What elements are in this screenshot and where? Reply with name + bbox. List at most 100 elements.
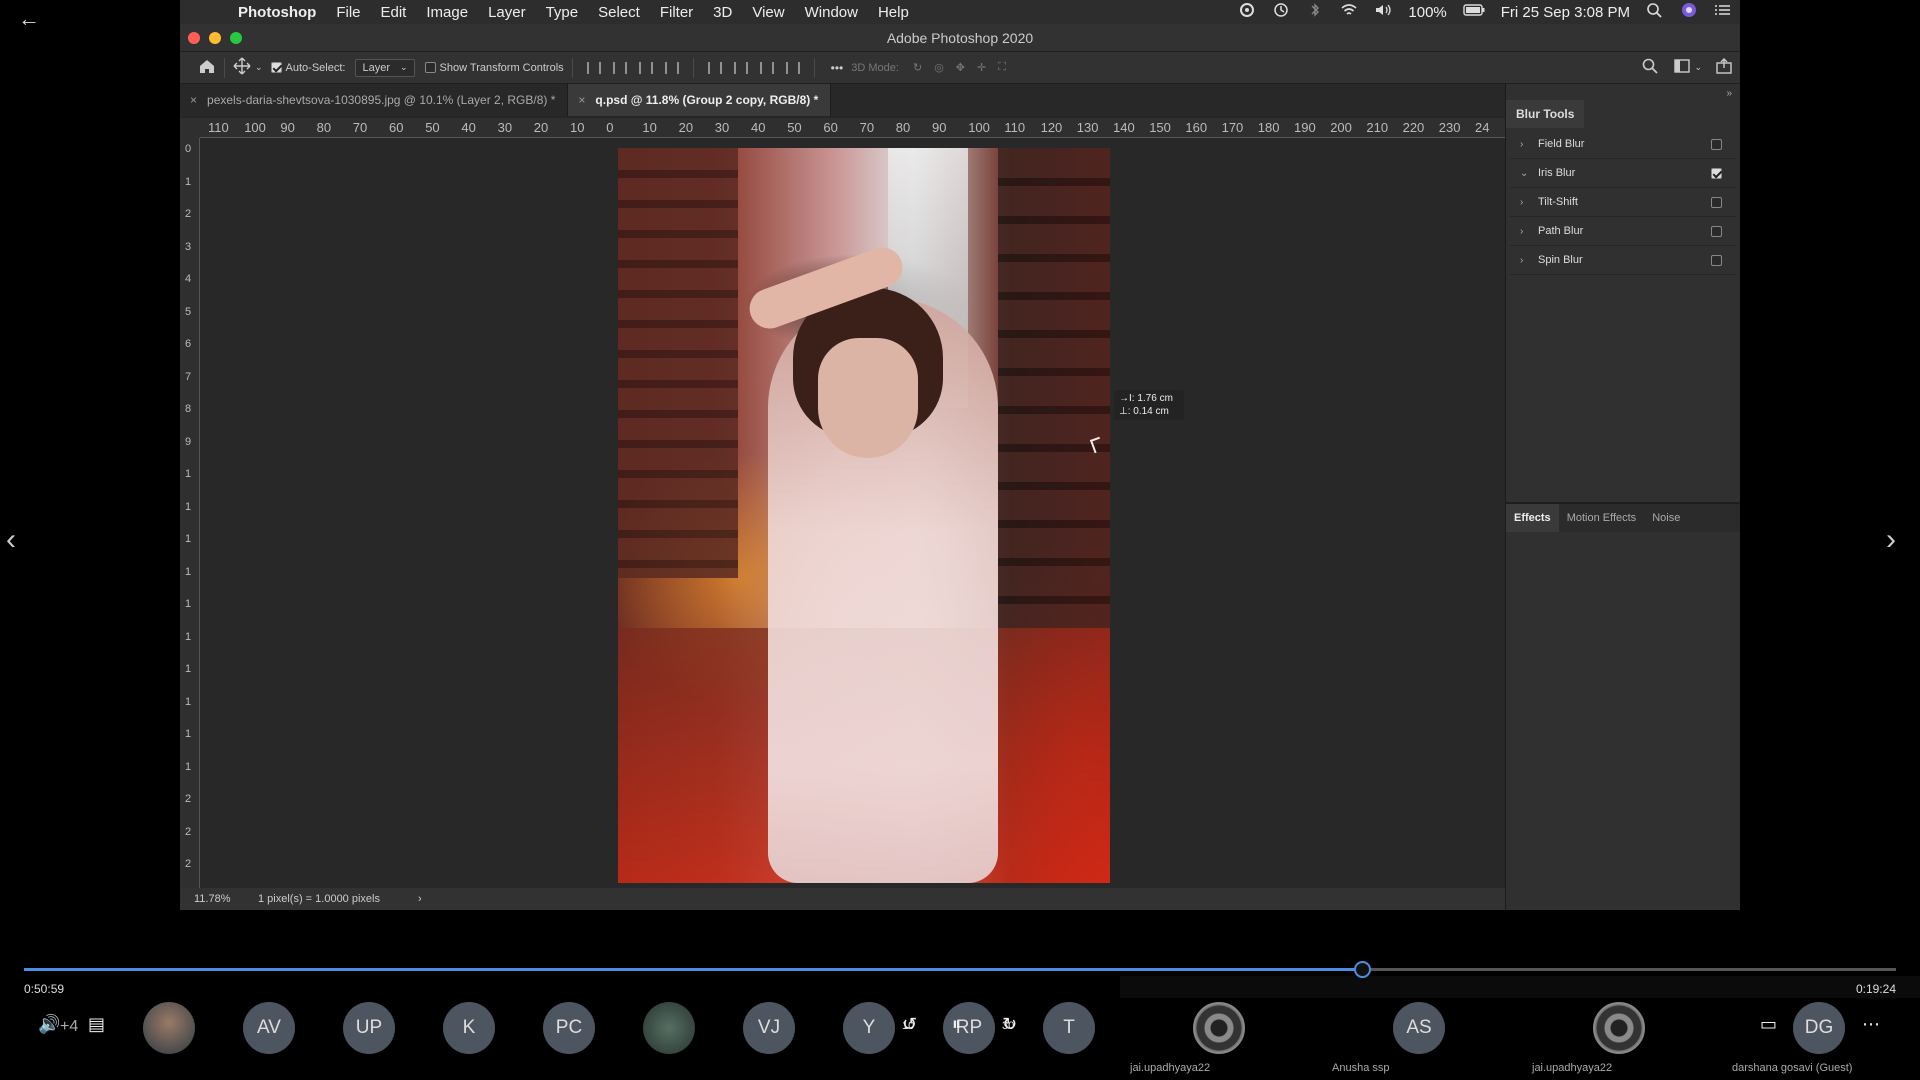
- ruler-corner[interactable]: [180, 118, 200, 138]
- menu-filter[interactable]: Filter: [650, 4, 703, 21]
- move-tool-icon[interactable]: [233, 57, 251, 78]
- tile-avatar-dg[interactable]: DG: [1793, 1002, 1845, 1054]
- spotlight-icon[interactable]: [1638, 2, 1672, 22]
- share-icon[interactable]: [1716, 58, 1732, 77]
- tile-avatar-jai-1[interactable]: [1193, 1002, 1245, 1054]
- 3d-orbit-icon[interactable]: ↻: [913, 61, 922, 74]
- distribute-vertical-icon[interactable]: [785, 61, 800, 74]
- participant-avatar-pc[interactable]: PC: [543, 1002, 595, 1054]
- chevron-down-icon[interactable]: ⌄: [255, 62, 263, 73]
- next-icon[interactable]: ›: [1886, 520, 1914, 560]
- chevron-right-icon[interactable]: ›: [1520, 197, 1538, 208]
- chevron-right-icon[interactable]: ›: [1520, 139, 1538, 150]
- menu-app[interactable]: Photoshop: [228, 4, 326, 21]
- document-tab-q-psd[interactable]: × q.psd @ 11.8% (Group 2 copy, RGB/8) *: [568, 84, 832, 116]
- tab-motion-effects[interactable]: Motion Effects: [1559, 504, 1645, 532]
- canvas-area[interactable]: →I: 1.76 cm ⊥: 0.14 cm: [200, 138, 1505, 888]
- blur-item-spin-blur[interactable]: › Spin Blur: [1510, 246, 1736, 275]
- tile-avatar-jai-2[interactable]: [1593, 1002, 1645, 1054]
- auto-select-checkbox[interactable]: Auto-Select:: [270, 62, 345, 74]
- chevron-right-icon[interactable]: ›: [1520, 255, 1538, 266]
- participant-avatar-1[interactable]: [143, 1002, 195, 1054]
- document-tab-pexels[interactable]: × pexels-daria-shevtsova-1030895.jpg @ 1…: [180, 84, 569, 116]
- blur-tools-tab[interactable]: Blur Tools: [1506, 100, 1585, 128]
- playback-progress-bar[interactable]: [24, 961, 1896, 978]
- menu-file[interactable]: File: [326, 4, 370, 21]
- align-bottom-icon[interactable]: [759, 61, 774, 74]
- participant-avatar-av[interactable]: AV: [243, 1002, 295, 1054]
- menu-select[interactable]: Select: [588, 4, 650, 21]
- tab-effects[interactable]: Effects: [1506, 504, 1559, 532]
- menu-edit[interactable]: Edit: [371, 4, 417, 21]
- align-top-icon[interactable]: [707, 61, 722, 74]
- align-right-icon[interactable]: [638, 61, 653, 74]
- chat-icon[interactable]: ▤: [88, 1014, 105, 1035]
- home-icon[interactable]: [198, 58, 216, 77]
- workspace-icon[interactable]: [1674, 59, 1691, 76]
- siri-icon[interactable]: [1672, 2, 1706, 22]
- menu-layer[interactable]: Layer: [478, 4, 536, 21]
- zoom-level[interactable]: 11.78%: [194, 893, 258, 905]
- previous-icon[interactable]: ‹: [6, 520, 34, 560]
- distribute-icon[interactable]: [664, 61, 679, 74]
- close-icon[interactable]: ×: [578, 93, 585, 107]
- close-icon[interactable]: ×: [190, 93, 197, 107]
- 3d-scale-icon[interactable]: ⛶: [998, 61, 1006, 74]
- menu-help[interactable]: Help: [868, 4, 919, 21]
- menu-image[interactable]: Image: [416, 4, 478, 21]
- participant-avatar-y[interactable]: Y: [843, 1002, 895, 1054]
- path-blur-checkbox[interactable]: [1711, 226, 1722, 237]
- volume-icon[interactable]: [1366, 2, 1400, 22]
- menu-3d[interactable]: 3D: [703, 4, 742, 21]
- field-blur-checkbox[interactable]: [1711, 139, 1722, 150]
- menu-view[interactable]: View: [742, 4, 794, 21]
- align-left-icon[interactable]: [586, 61, 601, 74]
- blur-item-iris-blur[interactable]: ⌄ Iris Blur: [1510, 159, 1736, 188]
- participant-avatar-rp[interactable]: RP: [943, 1002, 995, 1054]
- battery-icon[interactable]: [1455, 2, 1493, 22]
- 3d-pan-icon[interactable]: ✥: [956, 61, 965, 74]
- picture-in-picture-icon[interactable]: ▭: [1760, 1014, 1777, 1035]
- participant-avatar-6[interactable]: [643, 1002, 695, 1054]
- zoom-window-icon[interactable]: [230, 32, 242, 44]
- minimize-window-icon[interactable]: [209, 32, 221, 44]
- document-image[interactable]: [618, 148, 1110, 883]
- 3d-roll-icon[interactable]: ◎: [934, 61, 944, 74]
- spin-blur-checkbox[interactable]: [1711, 255, 1722, 266]
- menu-type[interactable]: Type: [536, 4, 589, 21]
- pause-icon[interactable]: ⏸: [952, 1014, 961, 1035]
- vertical-ruler[interactable]: 0 1 2 3 4 5 6 7 8 9 1 1 1 1 1 1 1 1 1 1 2 2 2: [180, 138, 200, 888]
- tile-avatar-as[interactable]: AS: [1393, 1002, 1445, 1054]
- show-transform-checkbox[interactable]: Show Transform Controls: [424, 62, 564, 74]
- participant-avatar-up[interactable]: UP: [343, 1002, 395, 1054]
- participant-avatar-t[interactable]: T: [1043, 1002, 1095, 1054]
- menubar-clock[interactable]: Fri 25 Sep 3:08 PM: [1493, 4, 1638, 21]
- align-center-icon[interactable]: [612, 61, 627, 74]
- align-middle-icon[interactable]: [733, 61, 748, 74]
- blur-item-tilt-shift[interactable]: › Tilt-Shift: [1510, 188, 1736, 217]
- auto-select-target-dropdown[interactable]: Layer ⌄: [355, 58, 415, 77]
- 3d-slide-icon[interactable]: ✛: [977, 61, 986, 74]
- blur-item-path-blur[interactable]: › Path Blur: [1510, 217, 1736, 246]
- volume-icon[interactable]: 🔊: [38, 1014, 60, 1035]
- status-menu-arrow-icon[interactable]: ›: [418, 893, 422, 905]
- tilt-shift-checkbox[interactable]: [1711, 197, 1722, 208]
- more-options-button[interactable]: •••: [831, 61, 844, 75]
- close-window-icon[interactable]: [188, 32, 200, 44]
- participant-avatar-vj[interactable]: VJ: [743, 1002, 795, 1054]
- bluetooth-icon[interactable]: [1298, 2, 1332, 22]
- more-participants-count[interactable]: +4: [60, 1018, 78, 1036]
- menu-window[interactable]: Window: [795, 4, 868, 21]
- time-machine-icon[interactable]: [1264, 2, 1298, 22]
- chevron-down-icon[interactable]: ⌄: [1520, 168, 1538, 179]
- search-icon[interactable]: [1642, 58, 1659, 77]
- creative-cloud-icon[interactable]: [1230, 2, 1264, 22]
- iris-blur-checkbox[interactable]: [1711, 168, 1722, 179]
- more-icon[interactable]: ⋯: [1862, 1014, 1880, 1035]
- chevron-right-icon[interactable]: ›: [1520, 226, 1538, 237]
- tab-noise[interactable]: Noise: [1644, 504, 1688, 532]
- participant-avatar-k[interactable]: K: [443, 1002, 495, 1054]
- wifi-icon[interactable]: [1332, 2, 1366, 22]
- collapse-panel-icon[interactable]: »: [1726, 88, 1732, 99]
- horizontal-ruler[interactable]: 110 100 90 80 70 60 50 40 30 20 10 0 10 20 30 40 50 60 70 8…: [200, 118, 1505, 138]
